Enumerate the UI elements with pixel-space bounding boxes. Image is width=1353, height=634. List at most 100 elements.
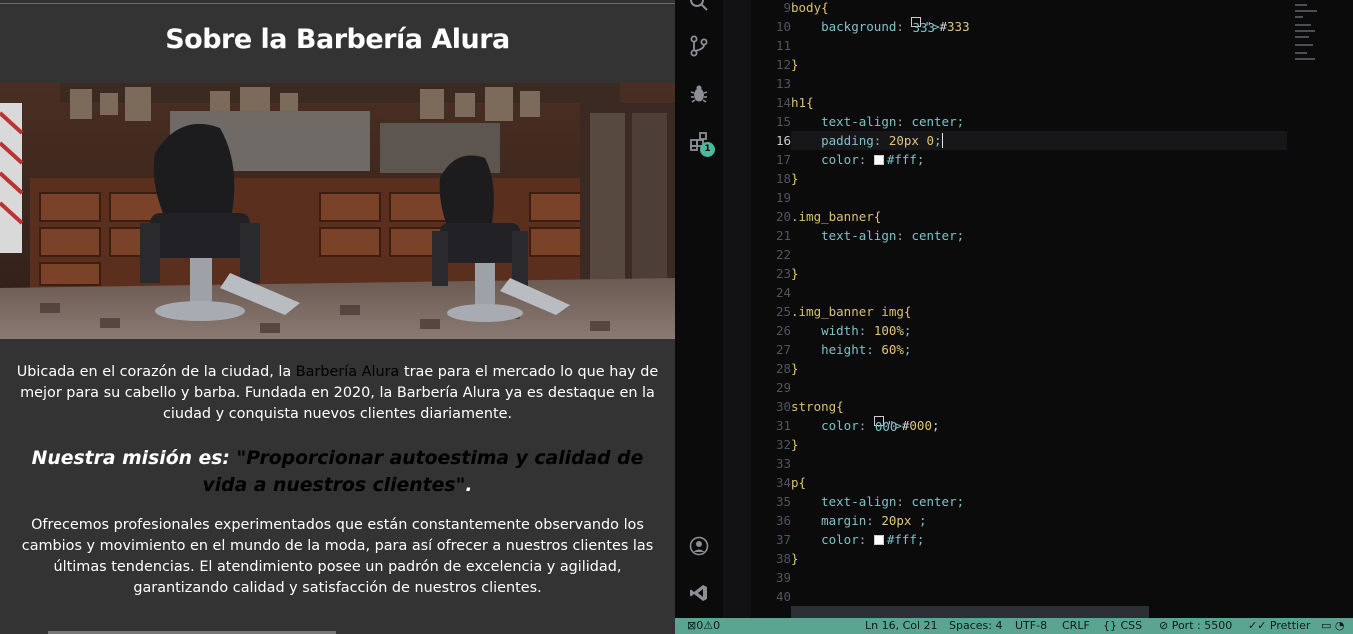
code-line[interactable]: .img_banner img{ [791, 302, 1287, 321]
line-number: 20 [775, 209, 791, 224]
code-line[interactable]: } [791, 55, 1287, 74]
preview-top-border [0, 3, 675, 4]
code-line[interactable]: } [791, 264, 1287, 283]
line-number: 11 [775, 38, 791, 53]
mission-statement: Nuestra misión es: "Proporcionar autoest… [10, 445, 665, 499]
mission-end: . [465, 475, 473, 496]
line-number: 38 [775, 551, 791, 566]
code-line[interactable] [791, 283, 1287, 302]
extensions-badge: 1 [700, 142, 715, 157]
code-line[interactable]: } [791, 359, 1287, 378]
line-number: 35 [775, 494, 791, 509]
line-number-gutter: 9 10 11 12 13 14 15 16 17 18 19 20 21 22 23 24 25 26 27 28 2… [751, 0, 791, 618]
line-number: 28 [775, 361, 791, 376]
code-line[interactable]: margin: 20px ; [791, 511, 1287, 530]
status-bar: ⊠0⚠0 Ln 16, Col 21 Spaces: 4 UTF-8 CRLF … [675, 618, 1353, 634]
code-line[interactable]: text-align: center; [791, 112, 1287, 131]
code-line[interactable] [791, 36, 1287, 55]
code-line[interactable]: padding: 20px 0; [791, 131, 1287, 150]
line-number: 26 [775, 323, 791, 338]
line-number: 21 [775, 228, 791, 243]
status-eol[interactable]: CRLF [1062, 618, 1090, 634]
code-line[interactable]: strong{ [791, 397, 1287, 416]
banner-image [0, 83, 675, 339]
status-remote-icon[interactable]: ▭ ◔ [1321, 618, 1345, 634]
code-line[interactable]: text-align: center; [791, 492, 1287, 511]
line-number: 30 [775, 399, 791, 414]
line-number: 33 [775, 456, 791, 471]
browser-preview: Sobre la Barbería Alura Ubicada en el co… [0, 0, 675, 634]
code-line[interactable]: height: 60%; [791, 340, 1287, 359]
status-cursor-position[interactable]: Ln 16, Col 21 [865, 618, 938, 634]
line-number: 39 [775, 570, 791, 585]
activity-bar: 1 [675, 0, 723, 618]
line-number: 23 [775, 266, 791, 281]
line-number: 16 [775, 133, 791, 148]
code-area[interactable]: body{ background: 333">#333} h1{ text-ali… [791, 0, 1287, 618]
minimap[interactable] [1287, 0, 1353, 618]
line-number: 13 [775, 76, 791, 91]
status-live-server-port[interactable]: ⊘ Port : 5500 [1159, 618, 1232, 634]
line-number: 25 [775, 304, 791, 319]
line-number: 37 [775, 532, 791, 547]
line-number: 12 [775, 57, 791, 72]
line-number: 40 [775, 589, 791, 604]
code-line[interactable]: text-align: center; [791, 226, 1287, 245]
code-line[interactable] [791, 245, 1287, 264]
code-line[interactable]: width: 100%; [791, 321, 1287, 340]
text-cursor [941, 133, 943, 148]
line-number: 34 [775, 475, 791, 490]
intro-paragraph: Ubicada en el corazón de la ciudad, la B… [10, 362, 665, 425]
page-title: Sobre la Barbería Alura [165, 24, 510, 55]
line-number: 22 [775, 247, 791, 262]
barbershop-photo [0, 83, 675, 339]
vscode-icon[interactable] [687, 581, 711, 605]
source-control-icon[interactable] [687, 34, 711, 58]
search-icon[interactable] [687, 0, 711, 14]
status-indentation[interactable]: Spaces: 4 [949, 618, 1002, 634]
code-line[interactable]: color: #fff; [791, 530, 1287, 549]
line-number: 18 [775, 171, 791, 186]
code-line[interactable] [791, 378, 1287, 397]
line-number: 29 [775, 380, 791, 395]
line-number: 24 [775, 285, 791, 300]
code-line[interactable] [791, 568, 1287, 587]
code-line[interactable]: background: 333">#333 [791, 17, 1287, 36]
line-number: 9 [783, 0, 791, 15]
status-problems[interactable]: ⊠0⚠0 [687, 618, 720, 634]
intro-text-start: Ubicada en el corazón de la ciudad, la [16, 364, 296, 380]
code-line[interactable] [791, 587, 1287, 606]
code-line[interactable]: .img_banner{ [791, 207, 1287, 226]
line-number: 31 [775, 418, 791, 433]
code-line[interactable]: body{ [791, 0, 1287, 17]
line-number: 19 [775, 190, 791, 205]
code-line[interactable]: } [791, 169, 1287, 188]
line-number: 36 [775, 513, 791, 528]
editor-horizontal-scrollbar[interactable] [791, 606, 1149, 618]
code-line[interactable] [791, 454, 1287, 473]
collapsed-sidebar [723, 0, 751, 618]
code-line[interactable]: color: #fff; [791, 150, 1287, 169]
offer-paragraph: Ofrecemos profesionales experimentados q… [21, 517, 654, 596]
code-line[interactable]: h1{ [791, 93, 1287, 112]
intro-strong: Barbería Alura [295, 364, 400, 380]
line-number: 32 [775, 437, 791, 452]
code-line[interactable]: } [791, 549, 1287, 568]
account-icon[interactable] [687, 534, 711, 558]
status-encoding[interactable]: UTF-8 [1015, 618, 1047, 634]
line-number: 17 [775, 152, 791, 167]
line-number: 10 [775, 19, 791, 34]
mission-lead: Nuestra misión es: [31, 448, 237, 469]
code-line[interactable]: } [791, 435, 1287, 454]
mission-strong: "Proporcionar autoestima y calidad de vi… [202, 448, 644, 496]
status-language[interactable]: {} CSS [1103, 618, 1142, 634]
line-number: 15 [775, 114, 791, 129]
code-line[interactable]: p{ [791, 473, 1287, 492]
code-editor: 1 9 10 11 12 13 14 15 16 17 18 19 20 21 22 23 24 25 26 27 2… [675, 0, 1353, 634]
code-line[interactable] [791, 188, 1287, 207]
debug-icon[interactable] [687, 82, 711, 106]
status-prettier[interactable]: ✓✓ Prettier [1248, 618, 1310, 634]
code-line[interactable] [791, 74, 1287, 93]
line-number: 14 [775, 95, 791, 110]
code-line[interactable]: color: 000">#000; [791, 416, 1287, 435]
